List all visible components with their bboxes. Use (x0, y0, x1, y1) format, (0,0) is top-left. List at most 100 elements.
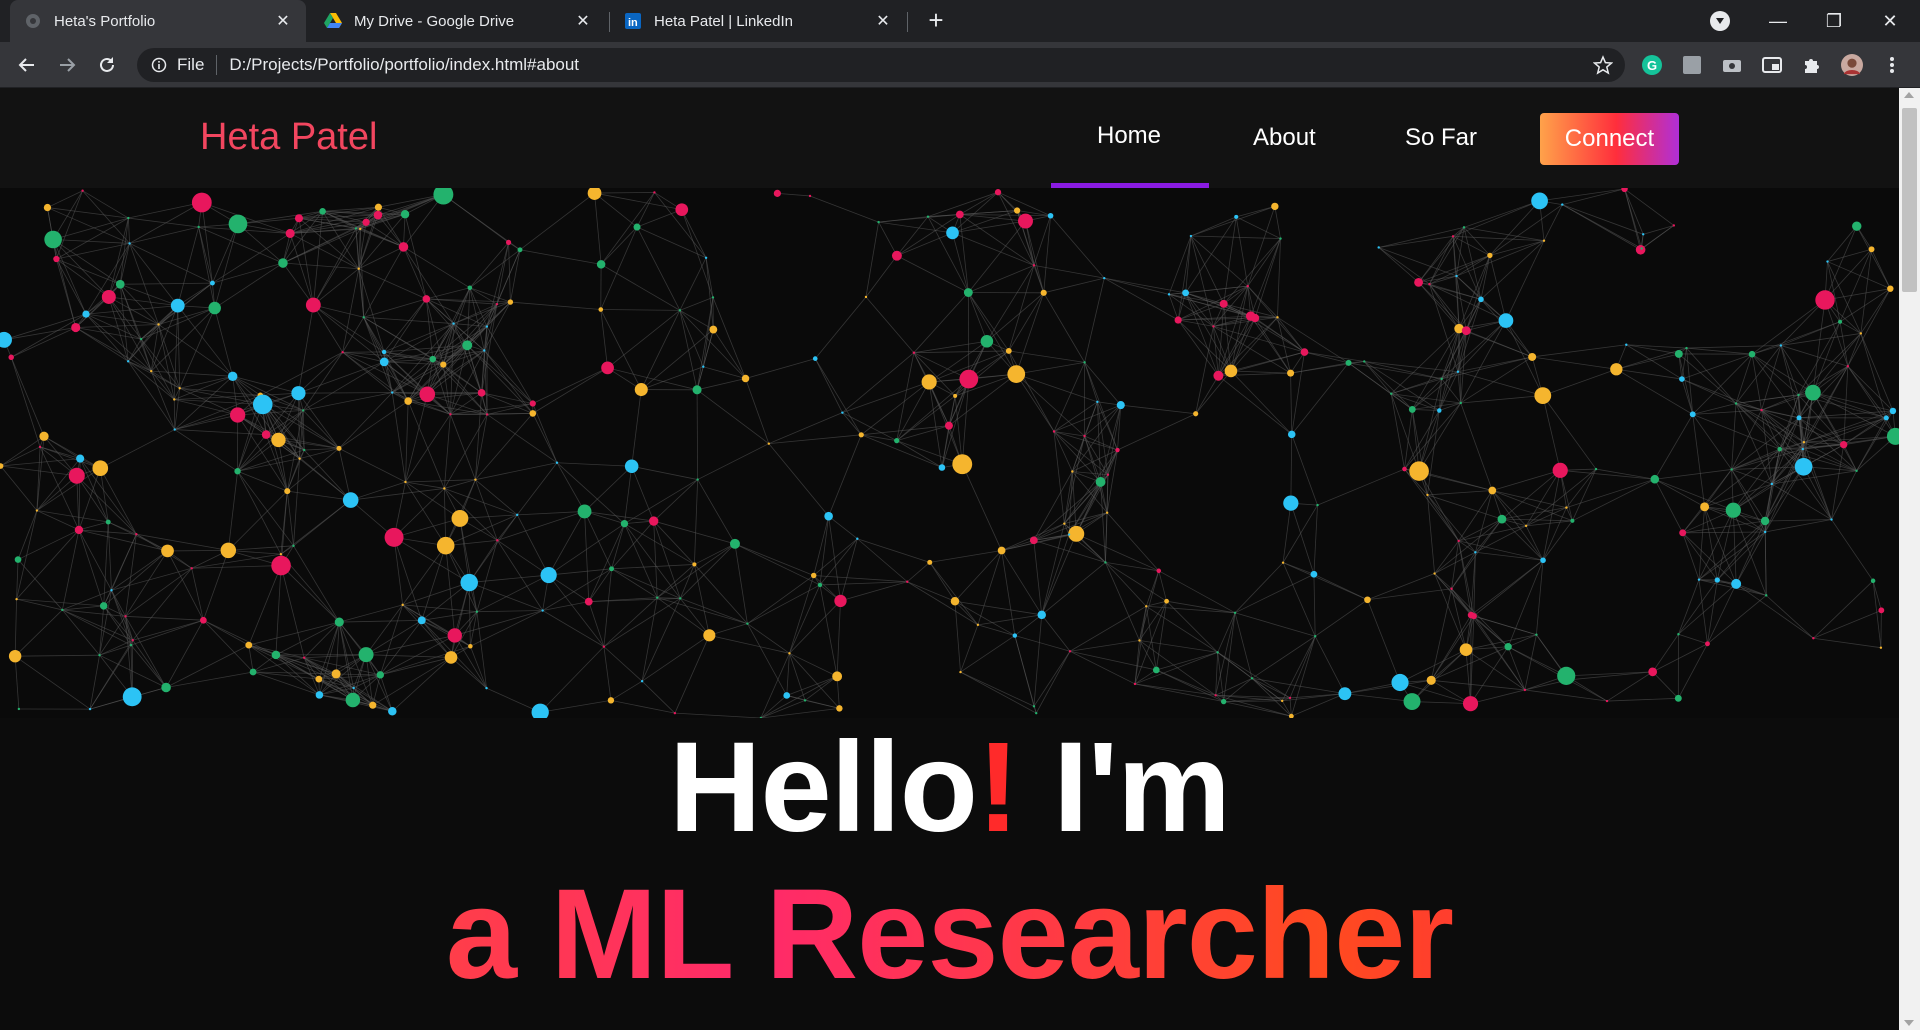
network-node (460, 573, 478, 592)
tab-google-drive[interactable]: My Drive - Google Drive ✕ (310, 0, 606, 42)
network-node (358, 647, 374, 663)
network-node (1451, 235, 1455, 238)
network-node (17, 707, 21, 711)
address-bar[interactable]: File D:/Projects/Portfolio/portfolio/ind… (137, 48, 1625, 82)
close-icon[interactable]: ✕ (874, 11, 892, 31)
network-node (354, 227, 358, 230)
network-node (1625, 343, 1628, 346)
network-node (675, 203, 689, 217)
network-node (926, 215, 930, 218)
network-node (577, 504, 592, 519)
network-node (1402, 466, 1407, 472)
network-node (1535, 633, 1538, 636)
network-node (950, 596, 960, 606)
network-node (1478, 296, 1484, 303)
network-node (952, 454, 973, 475)
network-node (362, 218, 370, 226)
network-node (388, 707, 397, 716)
network-node (279, 552, 283, 556)
network-node (1364, 596, 1371, 604)
new-tab-button[interactable]: + (922, 6, 950, 34)
network-node (345, 692, 361, 708)
network-node (404, 480, 407, 484)
network-node (1725, 502, 1741, 518)
profile-avatar[interactable] (1841, 54, 1863, 76)
more-menu-icon[interactable] (1881, 54, 1903, 76)
network-node (1018, 213, 1033, 229)
close-window-button[interactable]: ✕ (1862, 0, 1918, 42)
tab-hetas-portfolio[interactable]: Heta's Portfolio ✕ (10, 0, 306, 42)
network-node (1300, 348, 1309, 356)
network-node (810, 572, 817, 579)
site-logo[interactable]: Heta Patel (200, 116, 377, 159)
network-node (1674, 694, 1682, 702)
network-node (704, 256, 708, 259)
screen-capture-icon[interactable] (1721, 54, 1743, 76)
network-node (1457, 539, 1460, 543)
grammarly-icon[interactable]: G (1641, 54, 1663, 76)
network-node (678, 309, 682, 312)
forward-button[interactable] (52, 50, 82, 80)
network-node (271, 432, 286, 448)
nav-home[interactable]: Home (1097, 122, 1161, 150)
back-button[interactable] (12, 50, 42, 80)
close-icon[interactable]: ✕ (574, 11, 592, 31)
network-node (692, 562, 697, 567)
network-node (1035, 711, 1038, 715)
nav-so-far[interactable]: So Far (1405, 124, 1477, 152)
network-node (449, 413, 452, 416)
restore-button[interactable]: ❐ (1806, 0, 1862, 42)
network-node (1672, 224, 1676, 227)
network-node (8, 354, 14, 360)
network-node (788, 652, 791, 655)
network-node (220, 542, 237, 559)
globe-icon (24, 12, 42, 30)
tab-linkedin[interactable]: in Heta Patel | LinkedIn ✕ (610, 0, 906, 42)
network-node (292, 544, 295, 548)
extension-icon[interactable] (1681, 54, 1703, 76)
network-node (1071, 470, 1074, 473)
url-text[interactable]: D:/Projects/Portfolio/portfolio/index.ht… (229, 55, 579, 75)
network-node (1534, 387, 1552, 404)
network-node (8, 649, 22, 663)
network-node (783, 692, 791, 699)
nav-about[interactable]: About (1253, 124, 1316, 152)
tab-search-button[interactable] (1710, 11, 1730, 31)
network-node (1705, 641, 1710, 647)
page-scrollbar[interactable] (1899, 88, 1920, 1030)
network-node (1642, 233, 1645, 236)
network-node (598, 307, 604, 312)
network-node (1032, 705, 1036, 708)
arrow-left-icon (18, 58, 34, 72)
bookmark-star-icon[interactable] (1593, 55, 1613, 75)
info-icon[interactable] (151, 57, 167, 73)
network-node (261, 430, 271, 439)
network-node (1037, 610, 1046, 620)
scrollbar-thumb[interactable] (1902, 108, 1917, 292)
scroll-down-arrow[interactable] (1904, 1020, 1914, 1026)
network-node (1770, 482, 1774, 486)
network-node (369, 701, 377, 709)
network-node (249, 668, 257, 676)
network-node (1250, 677, 1254, 680)
network-node (76, 454, 85, 463)
close-icon[interactable]: ✕ (274, 11, 292, 31)
network-node (555, 461, 559, 464)
network-node (436, 536, 455, 555)
network-node (1524, 524, 1528, 528)
network-node (1504, 643, 1512, 651)
scroll-up-arrow[interactable] (1904, 92, 1914, 98)
network-node (1552, 462, 1568, 478)
minimize-button[interactable]: — (1750, 0, 1806, 42)
network-node (1068, 525, 1085, 542)
network-node (99, 602, 108, 610)
network-node (1167, 293, 1171, 296)
network-node (157, 323, 160, 326)
network-node (161, 682, 171, 693)
reload-button[interactable] (92, 50, 122, 80)
connect-button[interactable]: Connect (1540, 113, 1679, 165)
picture-in-picture-icon[interactable] (1761, 54, 1783, 76)
extensions-puzzle-icon[interactable] (1801, 54, 1823, 76)
svg-text:in: in (628, 17, 638, 29)
network-node (1697, 578, 1701, 581)
